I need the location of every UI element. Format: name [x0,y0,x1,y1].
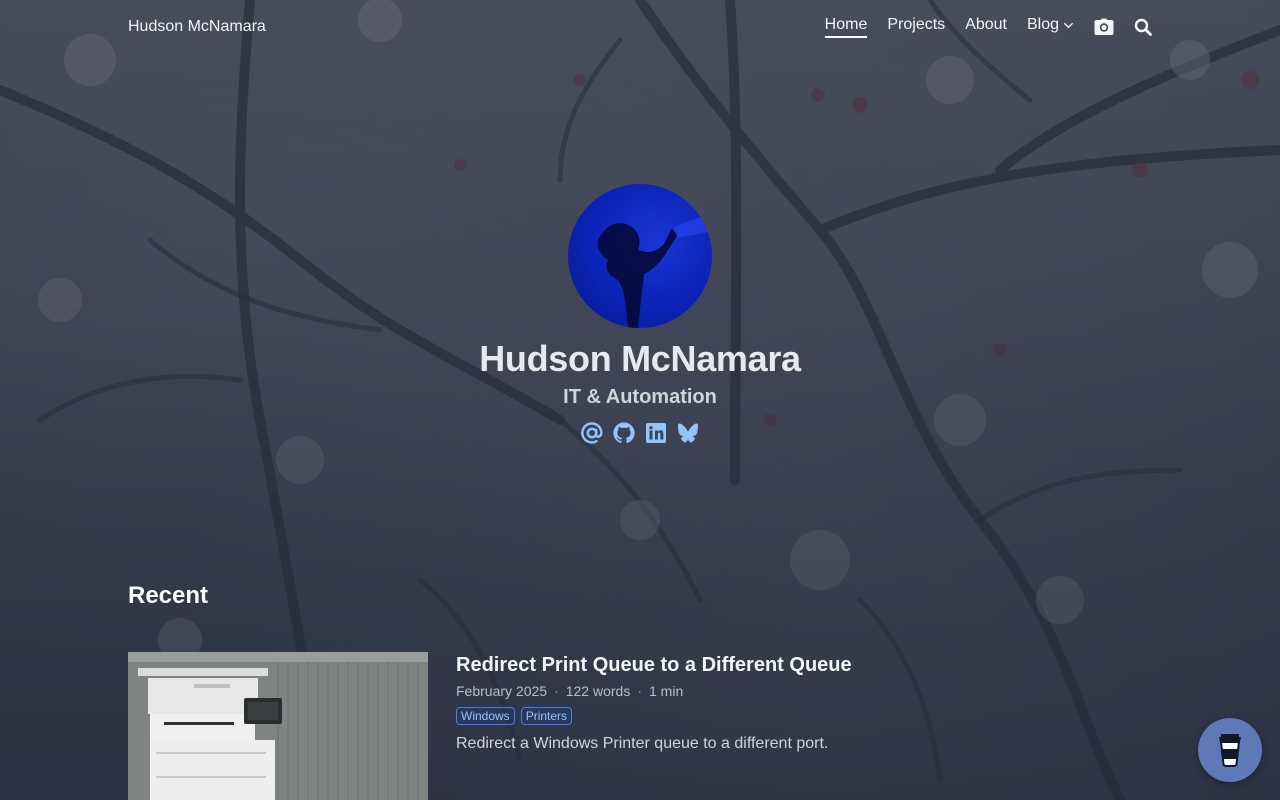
post-card: Redirect Print Queue to a Different Queu… [128,652,852,800]
post-read-time: 1 min [649,683,684,699]
post-tags: Windows Printers [456,707,852,725]
meta-separator: · [637,683,642,699]
nav-blog[interactable]: Blog [1027,16,1074,38]
main-nav: Home Projects About Blog [824,16,1152,38]
site-header: Hudson McNamara Home Projects About Blog [128,0,1152,54]
nav-about[interactable]: About [965,16,1007,38]
camera-icon[interactable] [1094,18,1114,36]
linkedin-icon[interactable] [644,421,668,445]
site-title-link[interactable]: Hudson McNamara [128,18,266,36]
profile-name: Hudson McNamara [479,338,801,379]
coffee-cup-icon [1219,734,1241,767]
bluesky-icon[interactable] [676,421,700,445]
avatar-silhouette [597,214,708,328]
printer-image [128,652,428,800]
buy-me-a-coffee-button[interactable] [1198,718,1262,782]
github-icon[interactable] [612,421,636,445]
post-date: February 2025 [456,683,548,699]
post-word-count: 122 words [565,683,631,699]
tag-printers[interactable]: Printers [520,707,573,725]
social-links [580,421,700,445]
nav-blog-label: Blog [1026,16,1059,33]
post-summary: Redirect a Windows Printer queue to a di… [456,735,829,752]
recent-heading: Recent [128,582,209,609]
profile-subtitle: IT & Automation [563,386,717,408]
nav-home[interactable]: Home [824,16,868,38]
email-icon[interactable] [580,421,604,445]
profile-hero: Hudson McNamara IT & Automation [0,184,1280,445]
chevron-down-icon [1064,22,1073,28]
post-thumbnail[interactable] [128,652,428,800]
tag-windows[interactable]: Windows [456,707,515,725]
meta-separator: · [554,683,559,699]
post-body: Redirect Print Queue to a Different Queu… [456,652,852,800]
avatar [568,184,712,328]
post-title-link[interactable]: Redirect Print Queue to a Different Queu… [456,654,852,676]
search-icon[interactable] [1134,18,1152,36]
post-meta: February 2025 · 122 words · 1 min [456,683,852,699]
nav-projects[interactable]: Projects [887,16,945,38]
